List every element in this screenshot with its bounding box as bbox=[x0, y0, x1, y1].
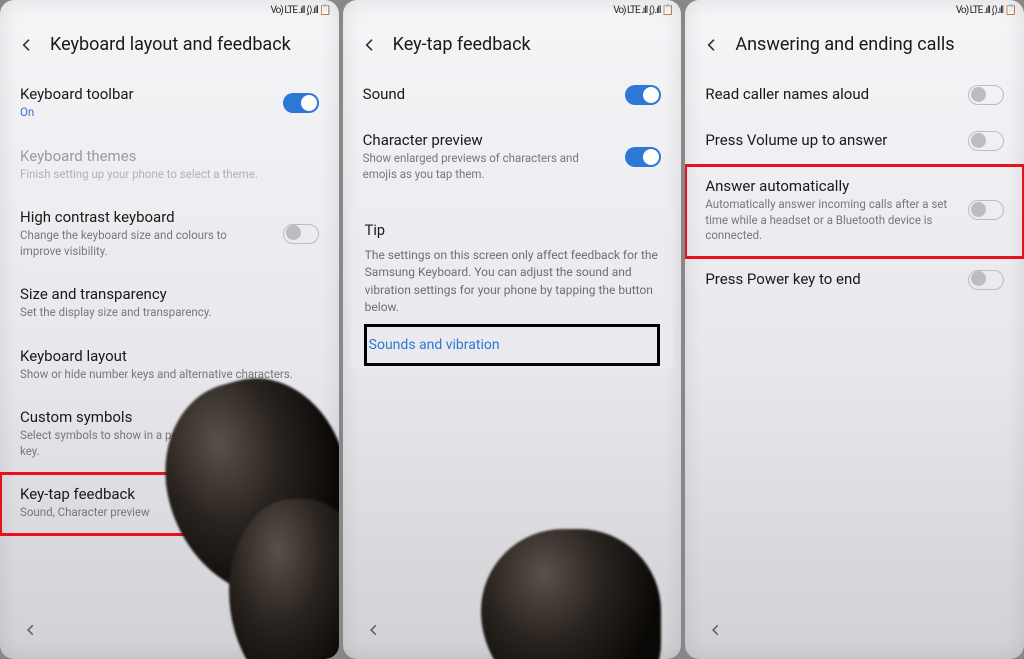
phone-screen-3: Vo) LTE .ıll ⟨͎⟩.ıll 📋 Answering and end… bbox=[685, 0, 1024, 659]
nav-back-icon[interactable] bbox=[709, 622, 723, 641]
page-title: Keyboard layout and feedback bbox=[50, 34, 291, 55]
row-sub: Show enlarged previews of characters and… bbox=[363, 151, 614, 182]
row-sub: Finish setting up your phone to select a… bbox=[20, 167, 319, 183]
link-sounds-vibration[interactable]: Sounds and vibration bbox=[365, 325, 660, 365]
link-text: Sounds and vibration bbox=[369, 337, 500, 353]
toggle-keyboard-toolbar[interactable] bbox=[283, 93, 319, 113]
nav-back-icon[interactable] bbox=[367, 622, 381, 641]
toggle-high-contrast[interactable] bbox=[283, 224, 319, 244]
row-sub: Change the keyboard size and colours to … bbox=[20, 228, 271, 259]
toggle-read-caller-names[interactable] bbox=[968, 85, 1004, 105]
toggle-power-key-end[interactable] bbox=[968, 270, 1004, 290]
row-read-caller-names[interactable]: Read caller names aloud bbox=[685, 73, 1024, 119]
row-keyboard-layout[interactable]: Keyboard layout Show or hide number keys… bbox=[0, 335, 339, 397]
toggle-volume-up-answer[interactable] bbox=[968, 131, 1004, 151]
tip-heading: Tip bbox=[365, 222, 660, 239]
toggle-answer-automatically[interactable] bbox=[968, 200, 1004, 220]
phone-screen-1: Vo) LTE .ıll ⟨͎⟩.ıll 📋 Keyboard layout a… bbox=[0, 0, 339, 659]
page-title: Key-tap feedback bbox=[393, 34, 531, 55]
row-title: High contrast keyboard bbox=[20, 208, 271, 226]
row-title: Sound bbox=[363, 85, 614, 103]
row-power-key-end[interactable]: Press Power key to end bbox=[685, 258, 1024, 304]
phone-screen-2: Vo) LTE .ıll ⟨͎⟩.ıll 📋 Key-tap feedback … bbox=[343, 0, 682, 659]
nav-back-icon[interactable] bbox=[24, 622, 38, 641]
status-bar: Vo) LTE .ıll ⟨͎⟩.ıll 📋 bbox=[343, 0, 682, 20]
row-title: Read caller names aloud bbox=[705, 85, 956, 103]
row-sub: Set the display size and transparency. bbox=[20, 305, 319, 321]
row-answer-automatically[interactable]: Answer automatically Automatically answe… bbox=[685, 165, 1024, 258]
toggle-sound[interactable] bbox=[625, 85, 661, 105]
row-size-transparency[interactable]: Size and transparency Set the display si… bbox=[0, 273, 339, 335]
row-sub: Sound, Character preview bbox=[20, 505, 319, 521]
row-volume-up-answer[interactable]: Press Volume up to answer bbox=[685, 119, 1024, 165]
row-sub: On bbox=[20, 105, 271, 121]
row-keyboard-themes: Keyboard themes Finish setting up your p… bbox=[0, 135, 339, 197]
status-icons: Vo) LTE .ıll ⟨͎⟩.ıll 📋 bbox=[271, 5, 331, 16]
back-icon[interactable] bbox=[703, 36, 721, 54]
back-icon[interactable] bbox=[18, 36, 36, 54]
row-key-tap-feedback[interactable]: Key-tap feedback Sound, Character previe… bbox=[0, 473, 339, 535]
row-sub: Show or hide number keys and alternative… bbox=[20, 367, 319, 383]
status-bar: Vo) LTE .ıll ⟨͎⟩.ıll 📋 bbox=[685, 0, 1024, 20]
header: Key-tap feedback bbox=[343, 20, 682, 73]
row-title: Key-tap feedback bbox=[20, 485, 319, 503]
row-high-contrast[interactable]: High contrast keyboard Change the keyboa… bbox=[0, 196, 339, 273]
row-title: Keyboard themes bbox=[20, 147, 319, 165]
page-title: Answering and ending calls bbox=[735, 34, 954, 55]
tip-body: The settings on this screen only affect … bbox=[365, 247, 660, 317]
back-icon[interactable] bbox=[361, 36, 379, 54]
tip-block: Tip The settings on this screen only aff… bbox=[351, 208, 674, 369]
toggle-character-preview[interactable] bbox=[625, 147, 661, 167]
row-title: Press Volume up to answer bbox=[705, 131, 956, 149]
row-keyboard-toolbar[interactable]: Keyboard toolbar On bbox=[0, 73, 339, 135]
row-custom-symbols[interactable]: Custom symbols Select symbols to show in… bbox=[0, 396, 339, 473]
row-title: Character preview bbox=[363, 131, 614, 149]
row-title: Keyboard layout bbox=[20, 347, 319, 365]
row-sub: Select symbols to show in a pop-up and h… bbox=[20, 428, 319, 459]
row-sound[interactable]: Sound bbox=[343, 73, 682, 119]
status-icons: Vo) LTE .ıll ⟨͎⟩.ıll 📋 bbox=[956, 5, 1016, 16]
header: Keyboard layout and feedback bbox=[0, 20, 339, 73]
row-title: Keyboard toolbar bbox=[20, 85, 271, 103]
row-title: Size and transparency bbox=[20, 285, 319, 303]
row-title: Press Power key to end bbox=[705, 270, 956, 288]
row-title: Answer automatically bbox=[705, 177, 956, 195]
row-character-preview[interactable]: Character preview Show enlarged previews… bbox=[343, 119, 682, 196]
row-title: Custom symbols bbox=[20, 408, 319, 426]
status-icons: Vo) LTE .ıll ⟨͎⟩.ıll 📋 bbox=[613, 5, 673, 16]
header: Answering and ending calls bbox=[685, 20, 1024, 73]
status-bar: Vo) LTE .ıll ⟨͎⟩.ıll 📋 bbox=[0, 0, 339, 20]
row-sub: Automatically answer incoming calls afte… bbox=[705, 197, 956, 244]
